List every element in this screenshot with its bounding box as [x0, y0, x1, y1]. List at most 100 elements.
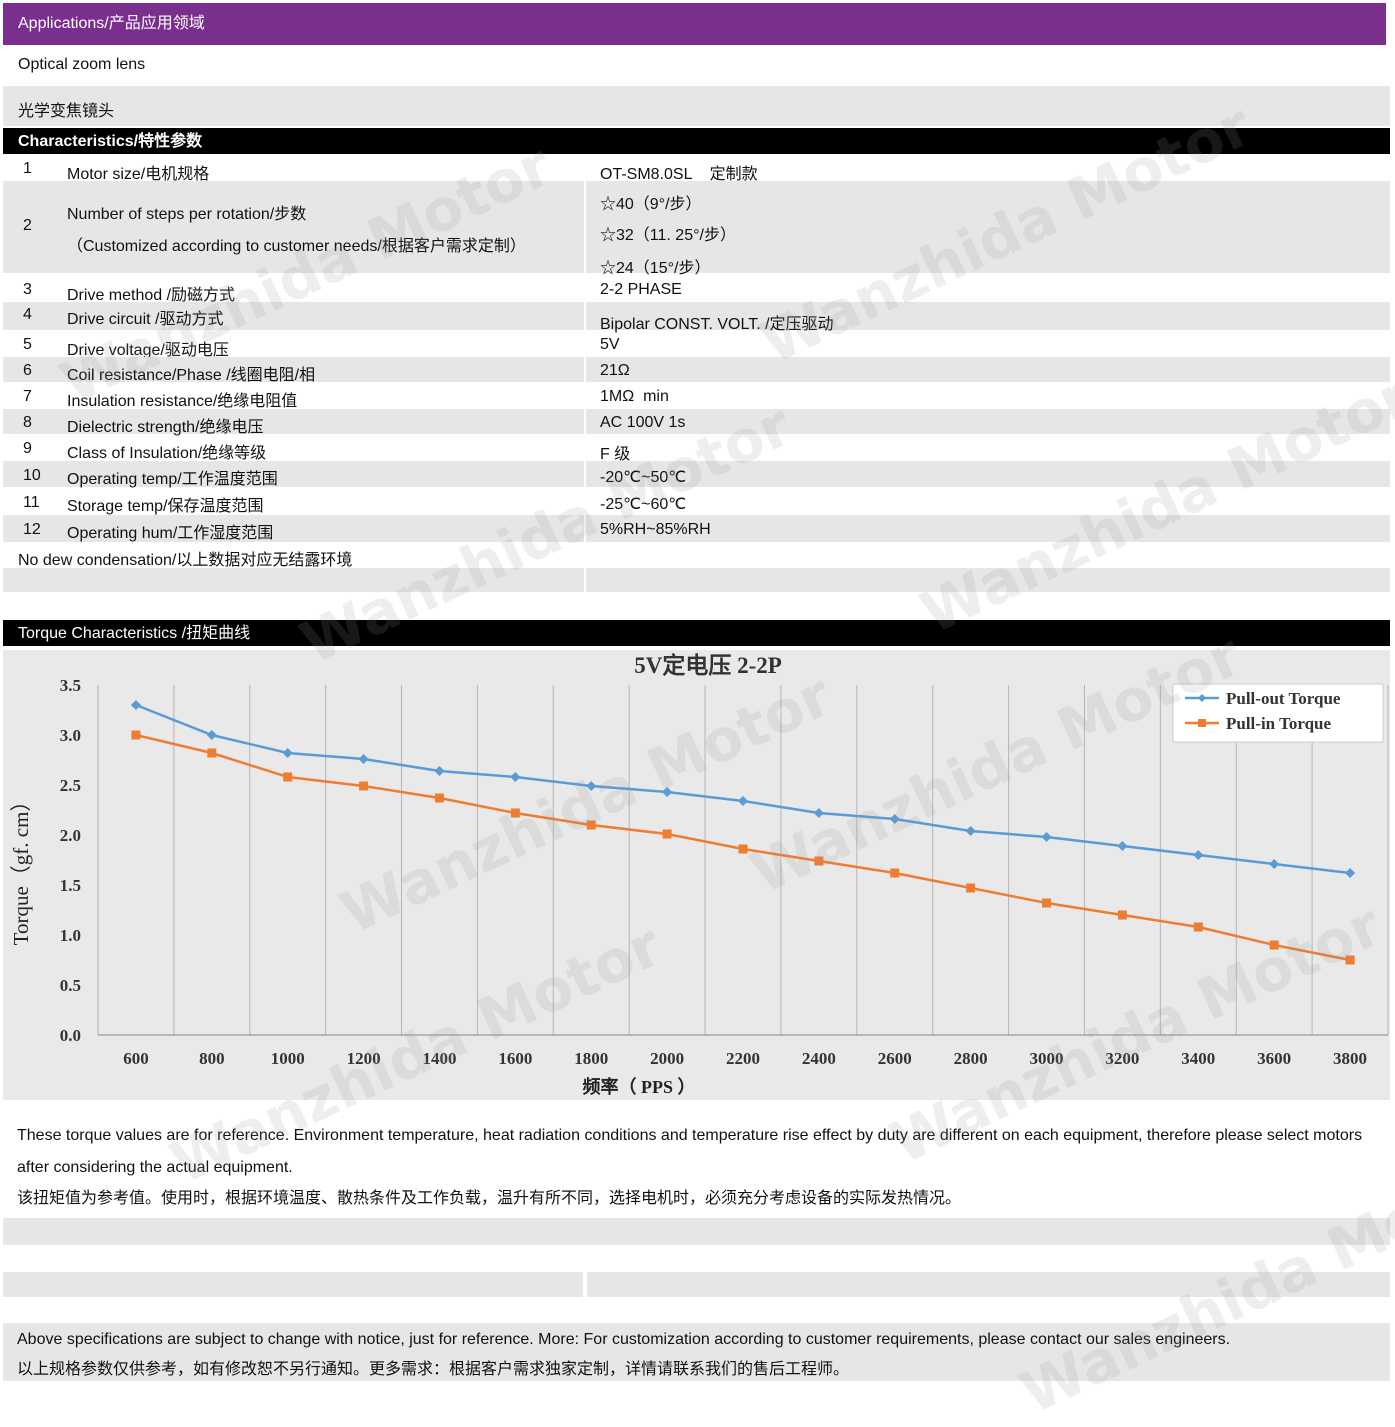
chart-point-pull-out [1345, 868, 1356, 878]
chart-point-pull-in [1042, 898, 1052, 908]
char-name: Class of Insulation/绝缘等级 [67, 445, 267, 462]
char-num: 9 [23, 440, 32, 457]
chart-y-tick-label: 0.5 [60, 976, 81, 995]
chart-title: 5V定电压 2-2P [634, 652, 782, 678]
chart-y-tick-label: 2.5 [60, 776, 81, 795]
chart-point-pull-in [1193, 922, 1203, 932]
char-row-4: 4 Drive circuit /驱动方式 Bipolar CONST. VOL… [3, 302, 1390, 333]
applications-text-en: Optical zoom lens [18, 56, 146, 73]
chart-point-pull-in [131, 730, 141, 740]
chart-legend: Pull-out Torque Pull-in Torque [1172, 683, 1384, 743]
chart-y-ticks: 0.0 0.5 1.0 1.5 2.0 2.5 3.0 3.5 [60, 676, 81, 1045]
char-row-1: 1 Motor size/电机规格 OT-SM8.0SL 定制款 [3, 156, 1390, 183]
torque-chart: 5V定电压 2-2P Torque（gf. cm） 频率（ PPS ） 0.0 0… [3, 650, 1390, 1100]
char-row-2: 2 Number of steps per rotation/步数 （Custo… [3, 181, 1390, 277]
torque-note-en: These torque values are for reference. E… [17, 1127, 1363, 1176]
char-name: Number of steps per rotation/步数 [67, 206, 307, 223]
chart-point-pull-out [813, 808, 824, 818]
chart-point-pull-in [1345, 955, 1355, 965]
chart-y-tick-label: 1.5 [60, 876, 81, 895]
char-row-3: 3 Drive method /励磁方式 2-2 PHASE [3, 277, 1390, 304]
char-value: -20℃~50℃ [600, 469, 687, 486]
char-value: AC 100V 1s [600, 414, 686, 431]
column-divider [584, 156, 586, 593]
chart-x-tick-label: 1600 [498, 1049, 532, 1068]
char-num: 11 [23, 494, 40, 511]
torque-note-cn: 该扭矩值为参考值。使用时，根据环境温度、散热条件及工作负载，温升有所不同，选择电… [17, 1190, 962, 1207]
char-name: Operating hum/工作湿度范围 [67, 525, 274, 542]
chart-series [130, 700, 1356, 965]
chart-x-tick-label: 3000 [1030, 1049, 1064, 1068]
chart-point-pull-in [207, 748, 217, 758]
char-value: Bipolar CONST. VOLT. /定压驱动 [600, 316, 834, 333]
chart-point-pull-out [965, 826, 976, 836]
legend-marker-pull-in [1198, 719, 1206, 727]
char-value-1: ☆40（9°/步） [600, 196, 702, 213]
chart-y-axis-label: Torque（gf. cm） [9, 791, 33, 946]
chart-y-tick-label: 3.5 [60, 676, 81, 695]
chart-x-tick-label: 2800 [954, 1049, 988, 1068]
chart-x-ticks: 600 800 1000 1200 1400 1600 1800 2000 2200 2400 26… [123, 1049, 1367, 1068]
applications-header: Applications/产品应用领域 [3, 3, 1386, 45]
char-num: 10 [23, 467, 41, 484]
chart-x-axis-label: 频率（ PPS ） [582, 1076, 695, 1097]
chart-point-pull-out [738, 796, 748, 806]
char-name: Storage temp/保存温度范围 [67, 498, 264, 515]
chart-point-pull-out [662, 787, 673, 797]
char-note-row: No dew condensation/以上数据对应无结露环境 [3, 543, 1390, 569]
characteristics-header: Characteristics/特性参数 [3, 128, 1390, 154]
footer-cn: 以上规格参数仅供参考，如有修改恕不另行通知。更多需求：根据客户需求独家定制，详情… [17, 1361, 850, 1378]
applications-line-en: Optical zoom lens [3, 46, 1390, 84]
char-value: 21Ω [600, 362, 630, 379]
blank-row [3, 1272, 583, 1297]
char-blank-row [3, 568, 1390, 592]
chart-point-pull-in [890, 868, 900, 878]
footer-en: Above specifications are subject to chan… [17, 1331, 1231, 1348]
chart-point-pull-out [1117, 841, 1128, 851]
char-name: Operating temp/工作温度范围 [67, 471, 278, 488]
char-row-8: 8 Dielectric strength/绝缘电压 AC 100V 1s [3, 409, 1390, 436]
chart-point-pull-out [434, 766, 445, 776]
chart-x-tick-label: 1800 [574, 1049, 608, 1068]
char-num: 2 [23, 217, 32, 234]
chart-point-pull-in [738, 844, 748, 854]
chart-point-pull-in [814, 856, 824, 866]
chart-point-pull-in [283, 772, 293, 782]
char-num: 7 [23, 388, 32, 405]
char-row-5: 5 Drive voltage/驱动电压 5V [3, 332, 1390, 359]
torque-chart-svg: 5V定电压 2-2P Torque（gf. cm） 频率（ PPS ） 0.0 0… [9, 652, 1389, 1097]
char-name: Insulation resistance/绝缘电阻值 [67, 393, 298, 410]
applications-line-cn: 光学变焦镜头 [3, 86, 1390, 126]
char-row-11: 11 Storage temp/保存温度范围 -25℃~60℃ [3, 488, 1390, 515]
chart-point-pull-in [359, 781, 369, 791]
chart-x-tick-label: 3600 [1257, 1049, 1291, 1068]
char-num: 6 [23, 362, 32, 379]
chart-point-pull-in [1269, 940, 1279, 950]
char-name-2: （Customized according to customer needs/… [67, 238, 526, 255]
char-value-2: ☆32（11. 25°/步） [600, 227, 736, 244]
chart-x-tick-label: 3800 [1333, 1049, 1367, 1068]
chart-point-pull-in [510, 808, 520, 818]
char-value: 1MΩ min [600, 388, 669, 405]
applications-text-cn: 光学变焦镜头 [18, 103, 115, 120]
char-num: 3 [23, 281, 32, 298]
chart-point-pull-out [510, 772, 521, 782]
char-name: Coil resistance/Phase /线圈电阻/相 [67, 367, 316, 384]
char-value: 2-2 PHASE [600, 281, 682, 298]
char-value: 5%RH~85%RH [600, 521, 711, 538]
torque-header: Torque Characteristics /扭矩曲线 [3, 620, 1390, 646]
chart-point-pull-out [1269, 859, 1280, 869]
char-value: 5V [600, 336, 620, 353]
chart-y-tick-label: 0.0 [60, 1026, 81, 1045]
char-row-12: 12 Operating hum/工作湿度范围 5%RH~85%RH [3, 515, 1390, 542]
chart-y-tick-label: 2.0 [60, 826, 81, 845]
chart-x-tick-label: 3200 [1105, 1049, 1139, 1068]
legend-label-pull-in: Pull-in Torque [1226, 714, 1331, 733]
chart-y-tick-label: 1.0 [60, 926, 81, 945]
chart-point-pull-out [889, 814, 900, 824]
chart-x-tick-label: 600 [123, 1049, 149, 1068]
chart-x-tick-label: 1200 [347, 1049, 381, 1068]
chart-point-pull-in [966, 883, 976, 893]
chart-point-pull-in [662, 829, 672, 839]
chart-point-pull-out [586, 781, 597, 791]
